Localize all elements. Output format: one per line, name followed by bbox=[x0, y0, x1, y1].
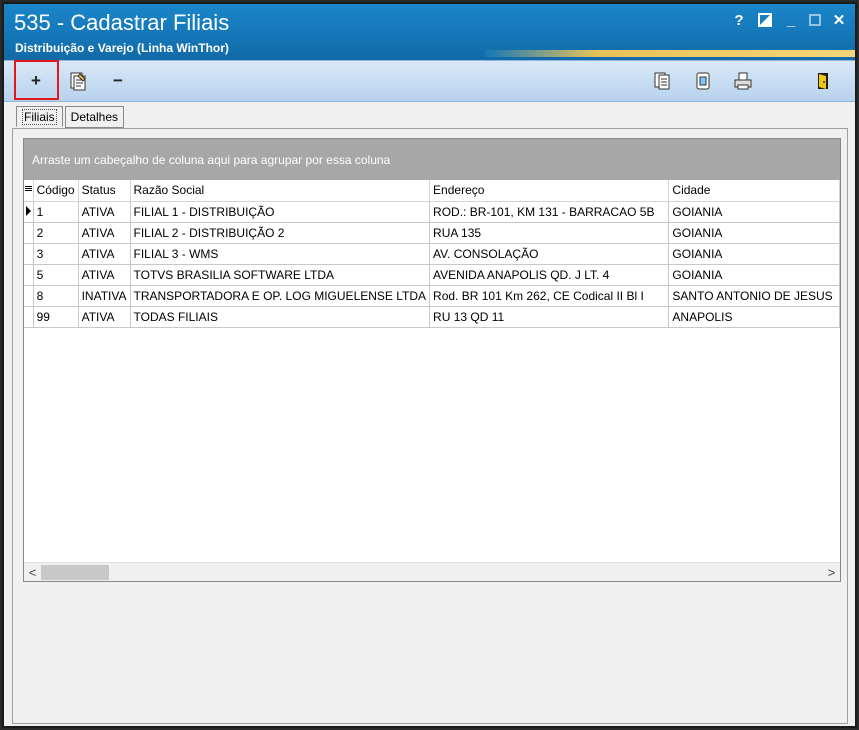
cell-codigo[interactable]: 8 bbox=[33, 285, 79, 307]
window-title: 535 - Cadastrar Filiais bbox=[14, 10, 230, 35]
cell-endereco[interactable]: Rod. BR 101 Km 262, CE Codical II Bl I bbox=[429, 285, 670, 307]
minimize-button[interactable]: _ bbox=[783, 12, 799, 28]
cell-cidade[interactable]: ANAPOLIS bbox=[668, 306, 840, 328]
row-indicator bbox=[24, 201, 34, 223]
cell-cidade[interactable]: GOIANIA bbox=[668, 222, 840, 244]
cell-razao-social[interactable]: TRANSPORTADORA E OP. LOG MIGUELENSE LTDA bbox=[130, 285, 431, 307]
table-row[interactable]: 3 ATIVA FILIAL 3 - WMS AV. CONSOLAÇÃO GO… bbox=[24, 243, 840, 265]
print-icon bbox=[734, 72, 752, 90]
cell-codigo[interactable]: 5 bbox=[33, 264, 79, 286]
column-header-status[interactable]: Status bbox=[78, 180, 131, 202]
cell-razao-social[interactable]: TOTVS BRASILIA SOFTWARE LTDA bbox=[130, 264, 431, 286]
add-button[interactable]: + bbox=[22, 67, 50, 95]
table-row[interactable]: 5 ATIVA TOTVS BRASILIA SOFTWARE LTDA AVE… bbox=[24, 264, 840, 286]
edit-icon bbox=[70, 72, 86, 91]
scrollbar-thumb[interactable] bbox=[41, 565, 109, 580]
remove-icon: − bbox=[113, 71, 123, 90]
window-subtitle: Distribuição e Varejo (Linha WinThor) bbox=[15, 41, 229, 55]
cell-status[interactable]: ATIVA bbox=[78, 306, 131, 328]
cell-cidade[interactable]: GOIANIA bbox=[668, 243, 840, 265]
cell-codigo[interactable]: 1 bbox=[33, 201, 79, 223]
cell-status[interactable]: ATIVA bbox=[78, 222, 131, 244]
title-bar: 535 - Cadastrar Filiais Distribuição e V… bbox=[4, 4, 855, 60]
column-chooser[interactable] bbox=[24, 180, 34, 202]
title-accent-stripe bbox=[485, 50, 855, 57]
column-header-cidade[interactable]: Cidade bbox=[668, 180, 840, 202]
tab-detalhes-label: Detalhes bbox=[70, 110, 119, 124]
copy-icon bbox=[654, 72, 670, 90]
cell-cidade[interactable]: GOIANIA bbox=[668, 201, 840, 223]
header-row: Código Status Razão Social Endereço Cida… bbox=[24, 180, 840, 202]
table-row[interactable]: 1 ATIVA FILIAL 1 - DISTRIBUIÇÃO ROD.: BR… bbox=[24, 201, 840, 223]
close-button[interactable]: ✕ bbox=[831, 12, 847, 28]
scroll-right-button[interactable]: > bbox=[823, 563, 840, 581]
print-button[interactable] bbox=[729, 67, 757, 95]
cell-status[interactable]: INATIVA bbox=[78, 285, 131, 307]
table-row[interactable]: 8 INATIVA TRANSPORTADORA E OP. LOG MIGUE… bbox=[24, 285, 840, 307]
cell-razao-social[interactable]: FILIAL 3 - WMS bbox=[130, 243, 431, 265]
row-indicator bbox=[24, 243, 34, 265]
restore-button[interactable] bbox=[757, 12, 773, 28]
tab-strip: Filiais Detalhes bbox=[16, 106, 126, 128]
help-button[interactable]: ? bbox=[731, 12, 747, 28]
cell-status[interactable]: ATIVA bbox=[78, 243, 131, 265]
data-grid: Arraste um cabeçalho de coluna aqui para… bbox=[23, 138, 841, 582]
cell-razao-social[interactable]: TODAS FILIAIS bbox=[130, 306, 431, 328]
tab-filiais[interactable]: Filiais bbox=[16, 106, 63, 127]
add-icon: + bbox=[31, 71, 41, 90]
cell-endereco[interactable]: RUA 135 bbox=[429, 222, 670, 244]
cell-cidade[interactable]: SANTO ANTONIO DE JESUS bbox=[668, 285, 840, 307]
cell-razao-social[interactable]: FILIAL 2 - DISTRIBUIÇÃO 2 bbox=[130, 222, 431, 244]
cell-codigo[interactable]: 2 bbox=[33, 222, 79, 244]
exit-button[interactable] bbox=[809, 67, 837, 95]
horizontal-scrollbar[interactable]: < > bbox=[24, 562, 840, 581]
toolbar: + − bbox=[4, 60, 855, 102]
row-indicator bbox=[24, 285, 34, 307]
copy-button[interactable] bbox=[649, 67, 677, 95]
window-controls: ? _ ✕ bbox=[731, 12, 847, 28]
restore-icon bbox=[758, 13, 772, 27]
cell-razao-social[interactable]: FILIAL 1 - DISTRIBUIÇÃO bbox=[130, 201, 431, 223]
cell-status[interactable]: ATIVA bbox=[78, 201, 131, 223]
group-by-panel[interactable]: Arraste um cabeçalho de coluna aqui para… bbox=[24, 139, 840, 180]
report-button[interactable] bbox=[689, 67, 717, 95]
cell-endereco[interactable]: AVENIDA ANAPOLIS QD. J LT. 4 bbox=[429, 264, 670, 286]
exit-icon bbox=[818, 73, 828, 89]
table-row[interactable]: 99 ATIVA TODAS FILIAIS RU 13 QD 11 ANAPO… bbox=[24, 306, 840, 328]
cell-status[interactable]: ATIVA bbox=[78, 264, 131, 286]
tab-panel: Arraste um cabeçalho de coluna aqui para… bbox=[12, 128, 848, 724]
scroll-left-button[interactable]: < bbox=[24, 563, 41, 581]
cell-endereco[interactable]: AV. CONSOLAÇÃO bbox=[429, 243, 670, 265]
tab-filiais-label: Filiais bbox=[22, 108, 57, 125]
table-row[interactable]: 2 ATIVA FILIAL 2 - DISTRIBUIÇÃO 2 RUA 13… bbox=[24, 222, 840, 244]
maximize-button[interactable] bbox=[809, 14, 821, 26]
current-row-arrow-icon bbox=[25, 205, 31, 216]
column-chooser-icon bbox=[24, 186, 32, 195]
main-window: 535 - Cadastrar Filiais Distribuição e V… bbox=[2, 2, 857, 728]
row-indicator bbox=[24, 264, 34, 286]
cell-endereco[interactable]: RU 13 QD 11 bbox=[429, 306, 670, 328]
cell-endereco[interactable]: ROD.: BR-101, KM 131 - BARRACAO 5B bbox=[429, 201, 670, 223]
grid-table: Código Status Razão Social Endereço Cida… bbox=[24, 180, 840, 328]
column-header-endereco[interactable]: Endereço bbox=[429, 180, 670, 202]
cell-codigo[interactable]: 99 bbox=[33, 306, 79, 328]
edit-button[interactable] bbox=[64, 67, 92, 95]
report-icon bbox=[696, 72, 710, 90]
tab-detalhes[interactable]: Detalhes bbox=[64, 106, 125, 128]
cell-cidade[interactable]: GOIANIA bbox=[668, 264, 840, 286]
column-header-razao-social[interactable]: Razão Social bbox=[130, 180, 431, 202]
column-header-codigo[interactable]: Código bbox=[33, 180, 79, 202]
row-indicator bbox=[24, 306, 34, 328]
remove-button[interactable]: − bbox=[104, 67, 132, 95]
row-indicator bbox=[24, 222, 34, 244]
cell-codigo[interactable]: 3 bbox=[33, 243, 79, 265]
